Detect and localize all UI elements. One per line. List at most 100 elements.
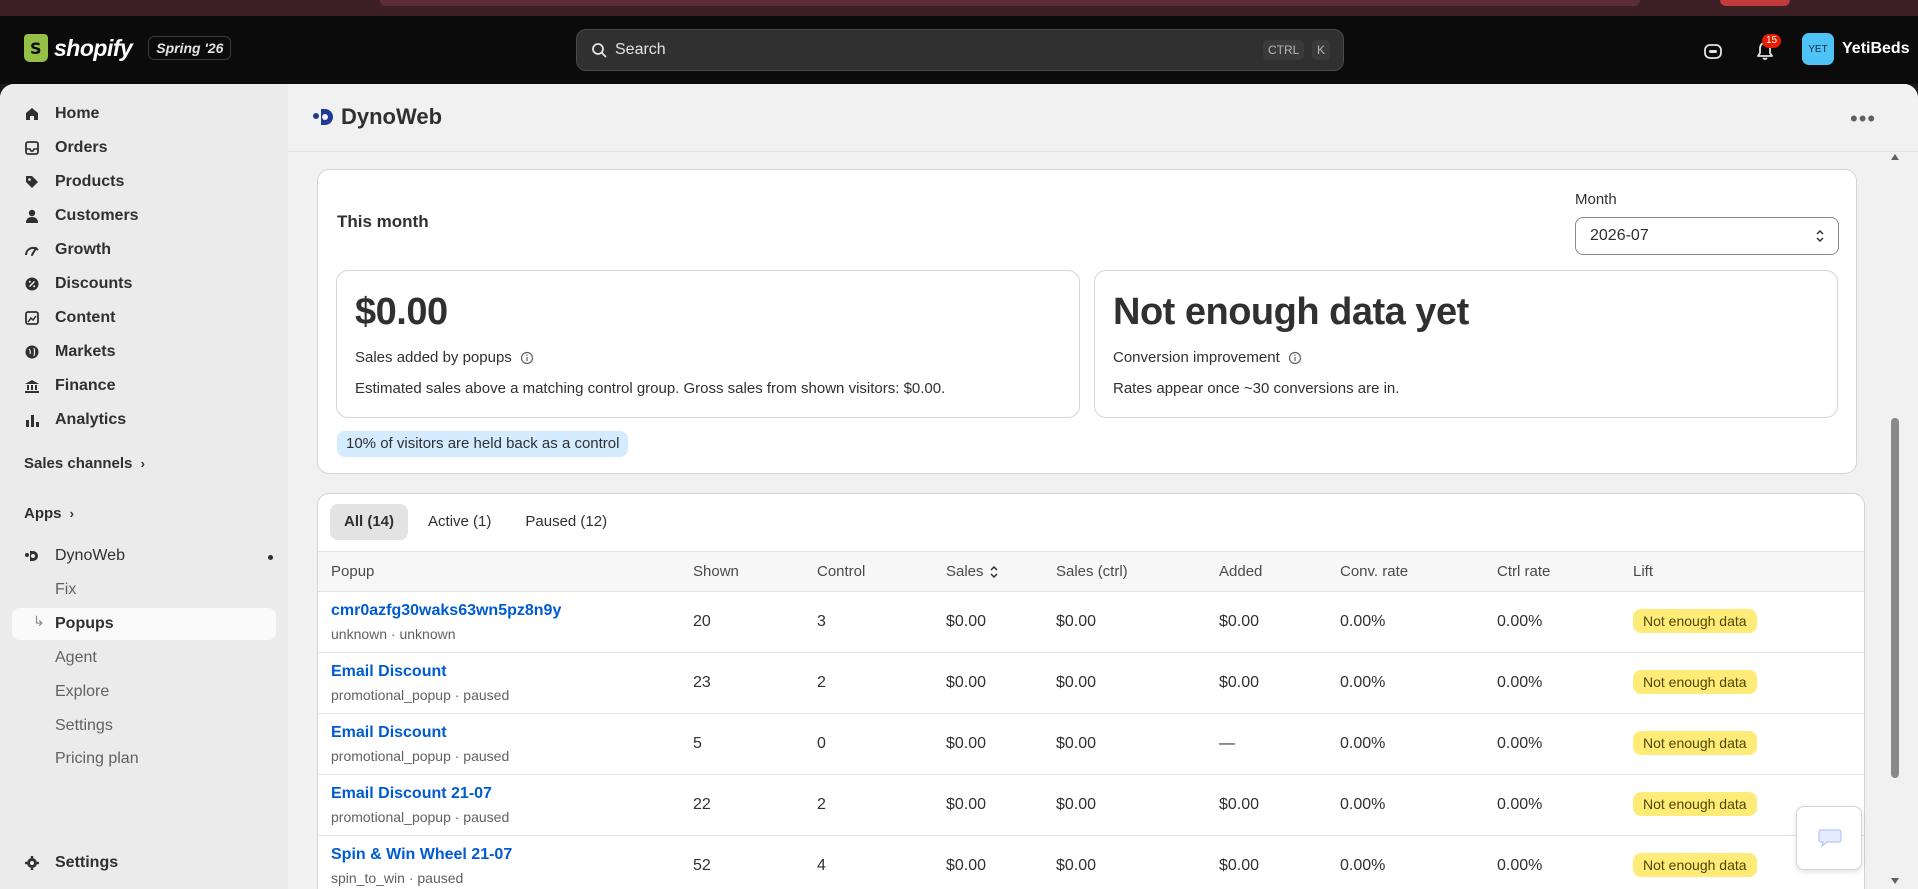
sidebar-subitem-pricing[interactable]: Pricing plan — [12, 743, 276, 775]
admin-frame: Home Orders Products Customers Growth Di… — [0, 84, 1918, 889]
sidebar-item-home[interactable]: Home — [12, 98, 276, 130]
conversion-description: Rates appear once ~30 conversions are in… — [1113, 380, 1400, 397]
app-title: DynoWeb — [341, 104, 443, 129]
sidebar-subitem-fix[interactable]: Fix — [12, 574, 276, 606]
sidebar-item-markets[interactable]: Markets — [12, 336, 276, 368]
tab-active[interactable]: Active (1) — [414, 504, 505, 540]
search-input[interactable]: Search — [615, 41, 666, 59]
cell-lift: Not enough data — [1633, 713, 1864, 775]
search-bar[interactable]: Search CTRL K — [576, 29, 1344, 71]
cell-control: 0 — [817, 713, 946, 775]
sidekick-icon[interactable] — [1702, 40, 1724, 62]
popup-name-link[interactable]: cmr0azfg30waks63wn5pz8n9y — [331, 602, 693, 620]
edition-badge[interactable]: Spring '26 — [148, 36, 232, 60]
cell-shown: 23 — [693, 652, 817, 714]
cell-shown: 5 — [693, 713, 817, 775]
sidebar-subitem-popups[interactable]: ↳ Popups — [12, 608, 276, 640]
tab-all[interactable]: All (14) — [330, 504, 409, 540]
chat-launcher-button[interactable] — [1796, 806, 1862, 870]
sidebar-subitem-label: Popups — [55, 615, 114, 632]
cell-conv-rate: 0.00% — [1340, 774, 1497, 836]
table-row[interactable]: Spin & Win Wheel 21-07 spin_to_win · paus… — [318, 835, 1864, 889]
popup-name-link[interactable]: Email Discount — [331, 724, 693, 742]
sales-channels-link[interactable]: Sales channels › — [24, 455, 145, 472]
sidebar-item-settings[interactable]: Settings — [12, 847, 276, 879]
table-row[interactable]: Email Discount promotional_popup · paused… — [318, 713, 1864, 775]
cell-control: 4 — [817, 835, 946, 889]
cell-sales: $0.00 — [946, 713, 1056, 775]
col-added: Added — [1219, 551, 1340, 592]
cell-sales-ctrl: $0.00 — [1056, 652, 1219, 714]
cell-added: $0.00 — [1219, 652, 1340, 714]
scrollbar[interactable] — [1888, 152, 1902, 889]
conversion-label-row: Conversion improvement — [1113, 349, 1302, 366]
sidebar-item-analytics[interactable]: Analytics — [12, 404, 276, 436]
apps-link[interactable]: Apps › — [24, 505, 74, 522]
table-row[interactable]: Email Discount 21-07 promotional_popup · … — [318, 774, 1864, 836]
pin-dot — [268, 555, 273, 560]
scroll-thumb[interactable] — [1891, 418, 1899, 778]
sort-icon[interactable] — [989, 565, 999, 579]
cell-ctrl-rate: 0.00% — [1497, 713, 1633, 775]
cell-added: $0.00 — [1219, 835, 1340, 889]
col-sales[interactable]: Sales — [946, 551, 1056, 592]
lift-badge: Not enough data — [1633, 792, 1757, 816]
avatar[interactable]: YET — [1802, 33, 1834, 65]
sidebar-subitem-agent[interactable]: Agent — [12, 642, 276, 674]
lift-badge: Not enough data — [1633, 670, 1757, 694]
sidebar-subitem-label: Settings — [55, 717, 113, 734]
sidebar-item-content[interactable]: Content — [12, 302, 276, 334]
sidebar-item-customers[interactable]: Customers — [12, 200, 276, 232]
conversion-value: Not enough data yet — [1113, 291, 1469, 333]
cell-conv-rate: 0.00% — [1340, 591, 1497, 653]
popup-name-link[interactable]: Email Discount 21-07 — [331, 785, 693, 803]
conversion-label: Conversion improvement — [1113, 349, 1280, 366]
cell-sales: $0.00 — [946, 591, 1056, 653]
sidebar-item-finance[interactable]: Finance — [12, 370, 276, 402]
info-icon[interactable] — [520, 351, 534, 365]
dynoweb-app-icon — [25, 551, 38, 561]
sidebar-item-dynoweb[interactable]: DynoWeb — [12, 540, 276, 572]
bank-icon — [25, 380, 39, 393]
sidebar-item-label: Discounts — [55, 275, 133, 292]
sidebar-subitem-explore[interactable]: Explore — [12, 676, 276, 708]
globe-icon — [25, 345, 39, 359]
cell-sales: $0.00 — [946, 774, 1056, 836]
col-lift: Lift — [1633, 551, 1864, 592]
table-body: cmr0azfg30waks63wn5pz8n9y unknown · unkno… — [318, 591, 1864, 889]
cell-added: $0.00 — [1219, 591, 1340, 653]
month-label: Month — [1575, 191, 1617, 208]
filter-tabs: All (14) Active (1) Paused (12) — [330, 504, 621, 540]
shopify-logo[interactable]: shopify Spring '26 — [24, 34, 232, 62]
popup-name-link[interactable]: Email Discount — [331, 663, 693, 681]
tab-paused[interactable]: Paused (12) — [511, 504, 621, 540]
cell-ctrl-rate: 0.00% — [1497, 774, 1633, 836]
sidebar-subitem-settings[interactable]: Settings — [12, 710, 276, 742]
sidebar-item-label: Settings — [55, 854, 119, 871]
table-row[interactable]: Email Discount promotional_popup · paused… — [318, 652, 1864, 714]
sidebar-item-discounts[interactable]: Discounts — [12, 268, 276, 300]
person-icon — [26, 209, 38, 223]
col-ctrl-rate: Ctrl rate — [1497, 551, 1633, 592]
cell-popup: Email Discount promotional_popup · paused — [318, 652, 693, 714]
chat-bubble-icon — [1818, 829, 1842, 848]
popup-name-link[interactable]: Spin & Win Wheel 21-07 — [331, 846, 693, 864]
info-icon[interactable] — [1288, 351, 1302, 365]
scroll-down-arrow-icon[interactable] — [1891, 878, 1899, 884]
month-select[interactable]: 2026-07 — [1575, 217, 1839, 255]
table-row[interactable]: cmr0azfg30waks63wn5pz8n9y unknown · unkno… — [318, 591, 1864, 653]
conversion-stat-card: Not enough data yet Conversion improveme… — [1094, 270, 1838, 418]
browser-top-strip — [0, 0, 1918, 16]
image-icon — [25, 311, 39, 325]
more-actions-icon[interactable]: ••• — [1850, 106, 1876, 132]
cell-sales-ctrl: $0.00 — [1056, 591, 1219, 653]
select-chevron-icon — [1816, 229, 1824, 243]
store-name[interactable]: YetiBeds — [1842, 40, 1910, 58]
sidebar-item-label: Markets — [55, 343, 116, 360]
sidebar-item-orders[interactable]: Orders — [12, 132, 276, 164]
sidebar-item-growth[interactable]: Growth — [12, 234, 276, 266]
chart-icon — [26, 415, 39, 427]
popup-meta: promotional_popup · paused — [331, 748, 510, 764]
sidebar-item-products[interactable]: Products — [12, 166, 276, 198]
scroll-up-arrow-icon[interactable] — [1891, 154, 1899, 160]
